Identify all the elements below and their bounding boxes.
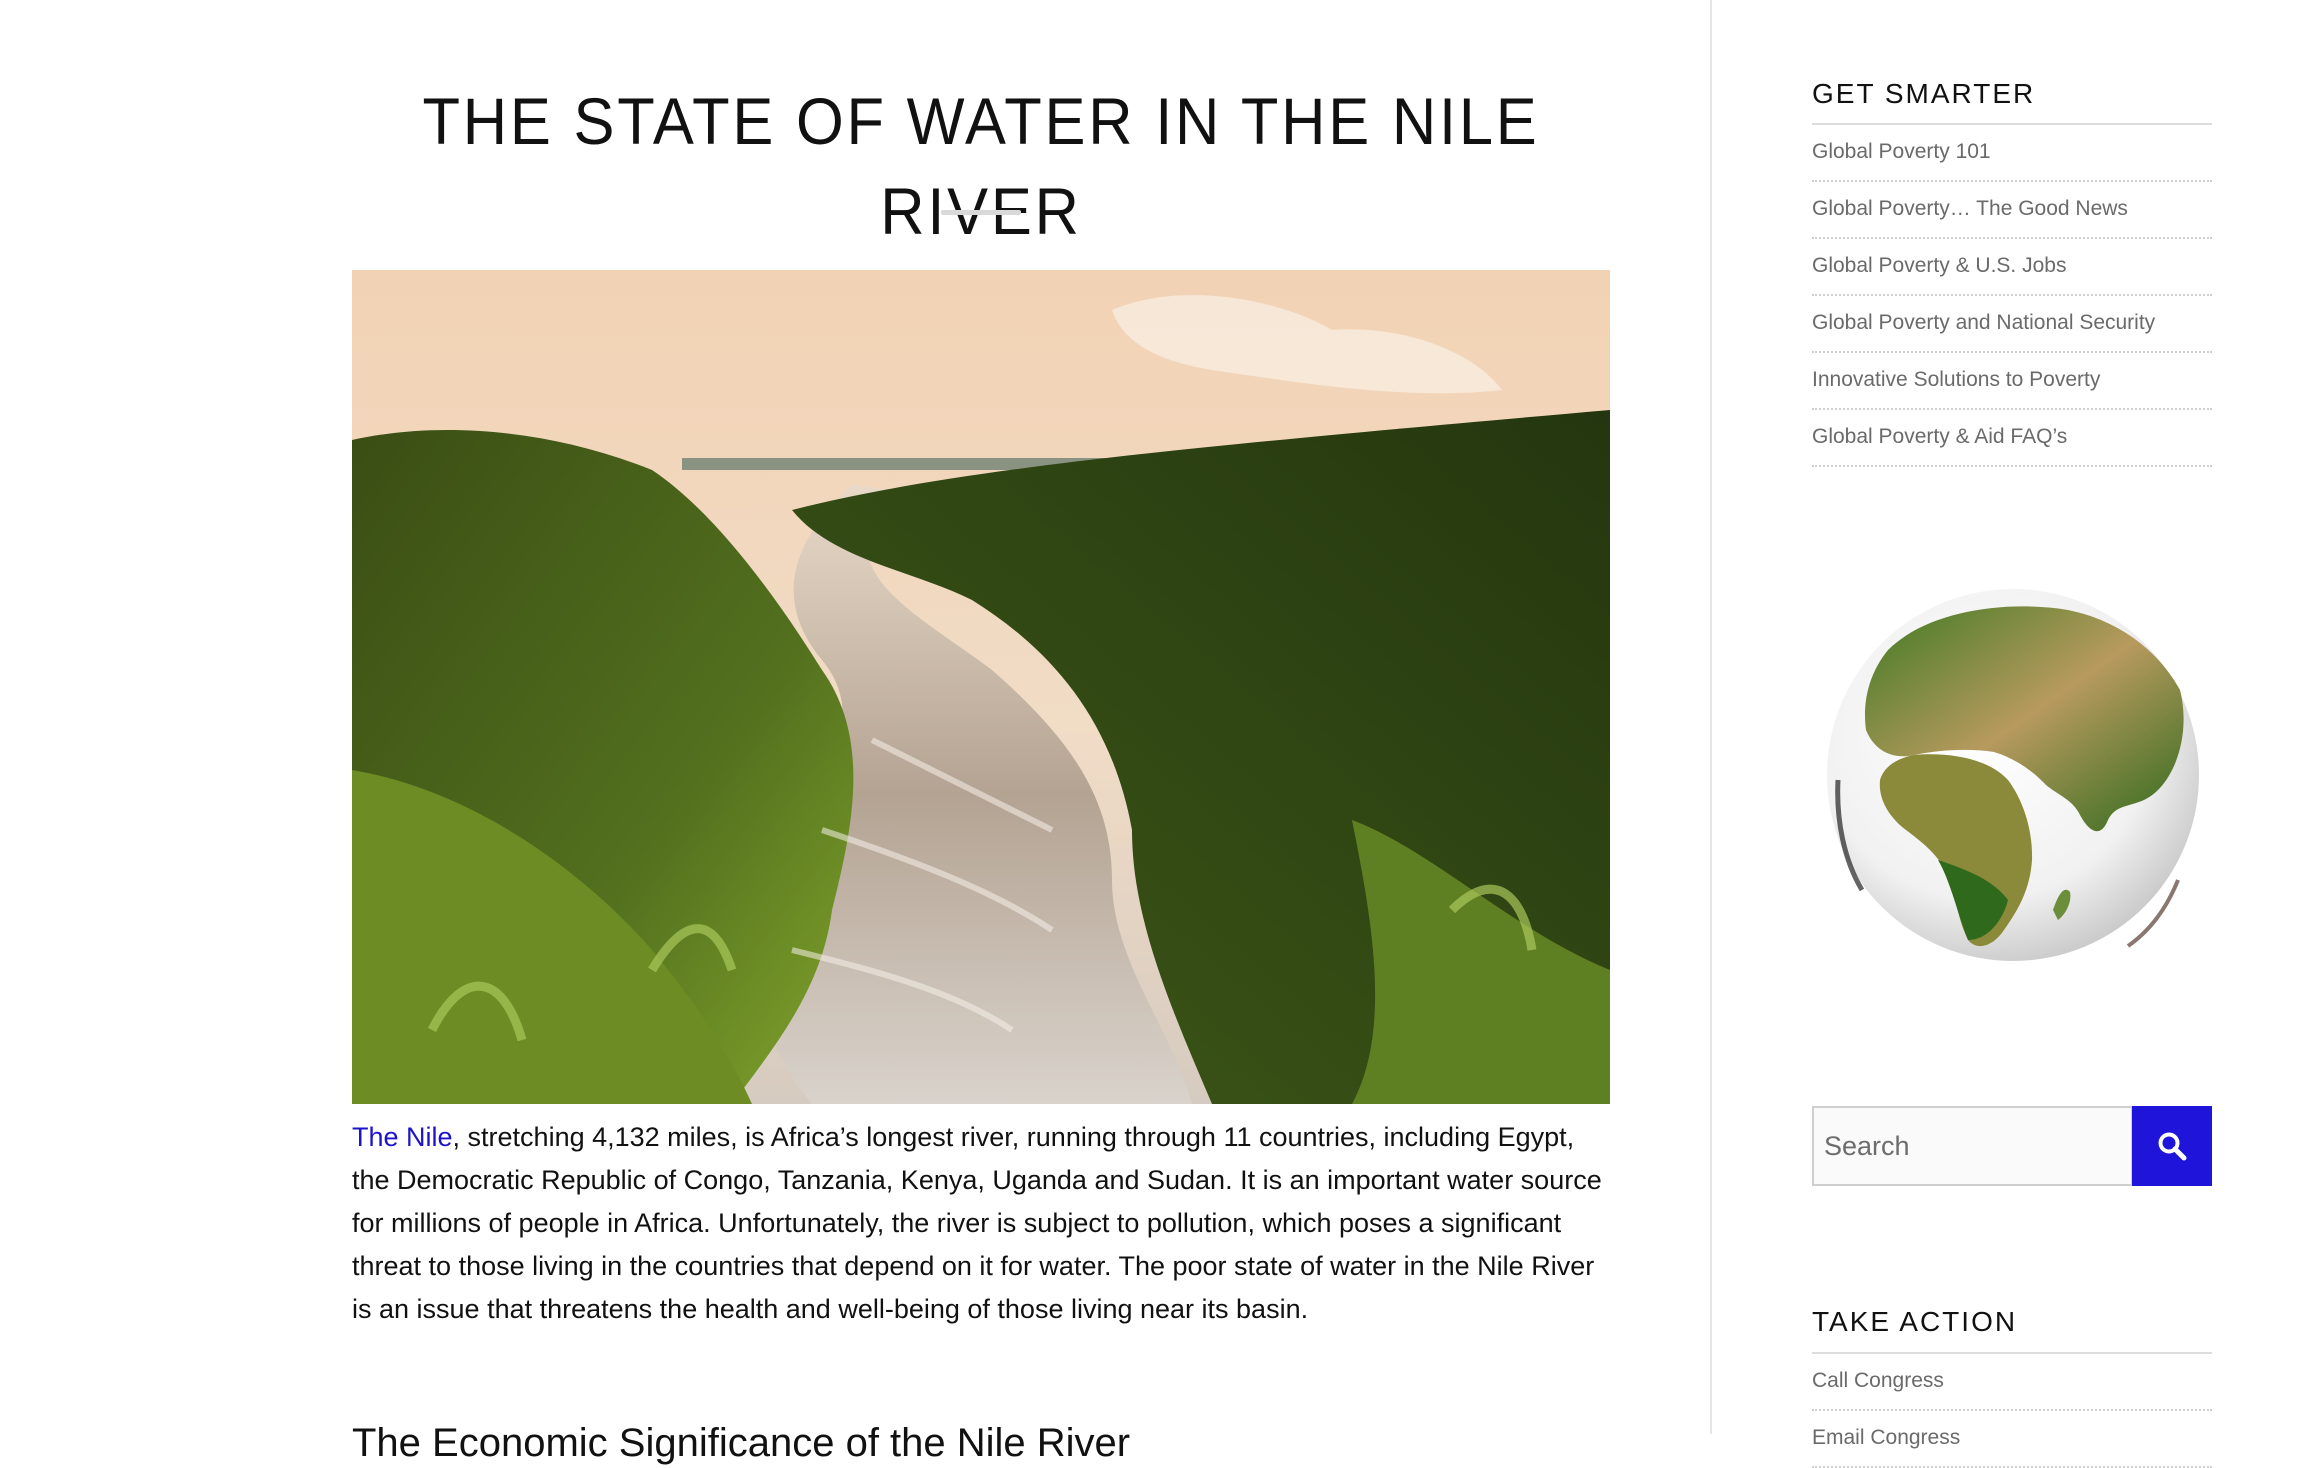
main-column: THE STATE OF WATER IN THE NILE RIVER The… bbox=[0, 0, 1710, 1465]
search-icon bbox=[2158, 1132, 2187, 1161]
sidebar-link-us-jobs[interactable]: Global Poverty & U.S. Jobs bbox=[1812, 239, 2212, 296]
title-divider bbox=[941, 210, 1021, 215]
take-action-links: Call Congress Email Congress bbox=[1812, 1354, 2212, 1468]
column-divider bbox=[1710, 0, 1712, 1434]
article-intro-paragraph: The Nile, stretching 4,132 miles, is Afr… bbox=[352, 1116, 1614, 1331]
get-smarter-links: Global Poverty 101 Global Poverty… The G… bbox=[1812, 125, 2212, 467]
take-action-title: TAKE ACTION bbox=[1812, 1306, 2018, 1337]
get-smarter-title: GET SMARTER bbox=[1812, 78, 2036, 109]
nile-link[interactable]: The Nile bbox=[352, 1122, 453, 1152]
globe-icon bbox=[1827, 589, 2199, 961]
page-title: THE STATE OF WATER IN THE NILE RIVER bbox=[422, 84, 1540, 248]
sidebar-link-good-news[interactable]: Global Poverty… The Good News bbox=[1812, 182, 2212, 239]
hero-image-nile-river bbox=[352, 270, 1610, 1104]
article-intro-text: , stretching 4,132 miles, is Africa’s lo… bbox=[352, 1122, 1602, 1324]
section-heading: The Economic Significance of the Nile Ri… bbox=[352, 1421, 1131, 1465]
sidebar-link-call-congress[interactable]: Call Congress bbox=[1812, 1354, 2212, 1411]
sidebar-link-national-security[interactable]: Global Poverty and National Security bbox=[1812, 296, 2212, 353]
nile-river-landscape-image bbox=[352, 270, 1610, 1104]
search-input[interactable] bbox=[1812, 1106, 2133, 1186]
sidebar-link-global-poverty-101[interactable]: Global Poverty 101 bbox=[1812, 125, 2212, 182]
sidebar-link-innovative-solutions[interactable]: Innovative Solutions to Poverty bbox=[1812, 353, 2212, 410]
search-button[interactable] bbox=[2132, 1106, 2212, 1186]
sidebar-link-aid-faqs[interactable]: Global Poverty & Aid FAQ’s bbox=[1812, 410, 2212, 467]
globe-illustration[interactable] bbox=[1818, 580, 2208, 970]
sidebar-link-email-congress[interactable]: Email Congress bbox=[1812, 1411, 2212, 1468]
search-form bbox=[1812, 1106, 2212, 1186]
